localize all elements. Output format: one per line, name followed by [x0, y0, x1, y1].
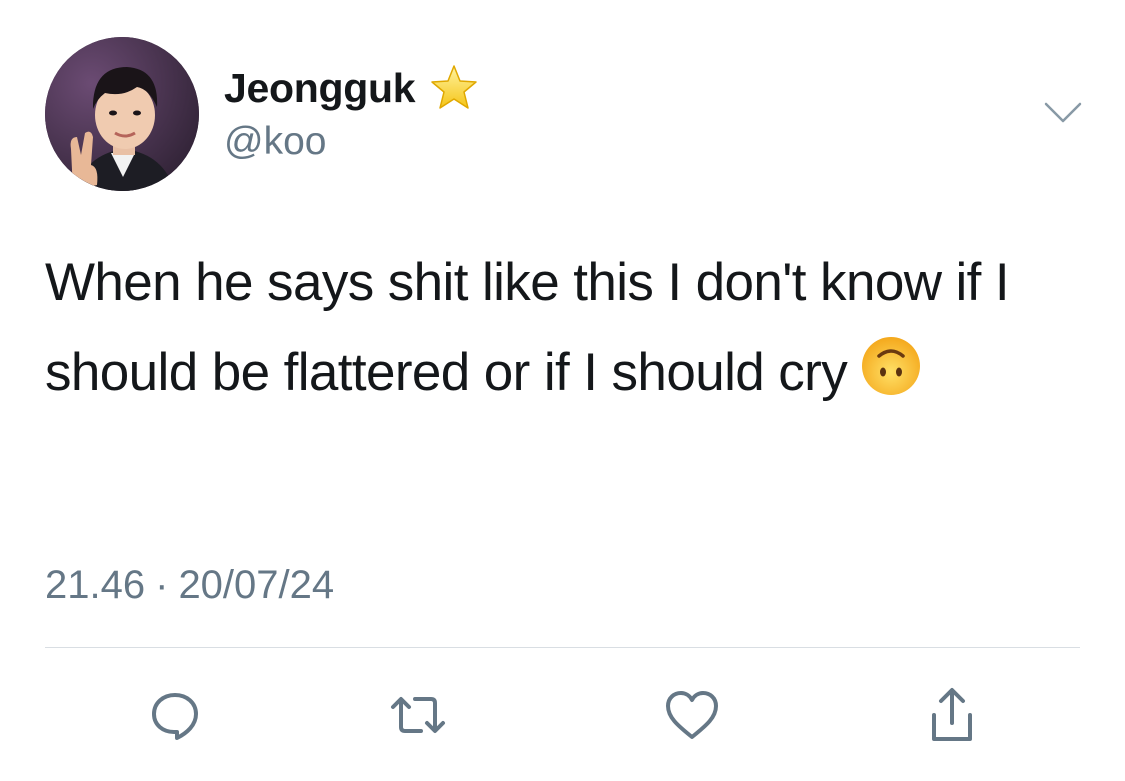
tweet-timestamp[interactable]: 21.46 · 20/07/24	[45, 563, 334, 608]
tweet-time: 21.46	[45, 563, 146, 607]
chevron-down-icon[interactable]	[1043, 100, 1083, 126]
tweet-date: 20/07/24	[178, 563, 335, 607]
share-button[interactable]	[917, 680, 987, 750]
reply-button[interactable]	[140, 680, 210, 750]
like-button[interactable]	[657, 680, 727, 750]
timestamp-separator: ·	[155, 563, 169, 607]
retweet-button[interactable]	[383, 680, 453, 750]
tweet-text: When he says shit like this I don't know…	[45, 238, 1045, 418]
profile-photo-icon	[45, 37, 199, 191]
divider	[45, 647, 1080, 648]
display-name[interactable]: Jeongguk	[224, 65, 416, 112]
star-icon	[429, 63, 479, 113]
author-name-row: Jeongguk	[224, 62, 479, 114]
like-icon	[666, 691, 718, 739]
reply-icon	[152, 693, 198, 740]
upside-down-face-emoji-icon	[859, 334, 923, 398]
action-bar	[0, 680, 1125, 750]
tweet-card: Jeongguk @koo When he says shit like thi…	[0, 0, 1125, 781]
avatar[interactable]	[45, 37, 199, 191]
author-handle[interactable]: @koo	[224, 120, 326, 164]
retweet-icon	[391, 697, 445, 733]
share-icon	[932, 688, 972, 741]
